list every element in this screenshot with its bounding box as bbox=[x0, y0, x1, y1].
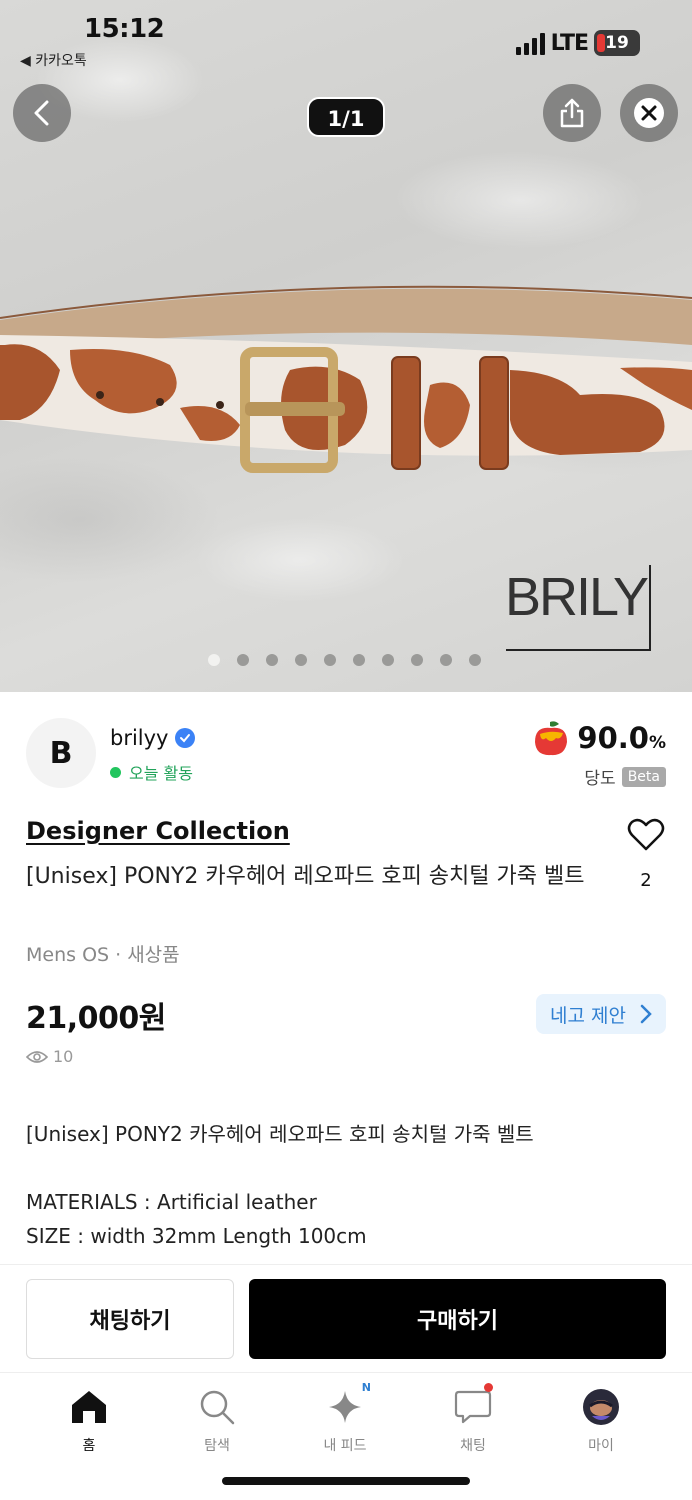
collection-link[interactable]: Designer Collection bbox=[26, 817, 290, 845]
signal-icon bbox=[515, 31, 545, 55]
nav-chat[interactable]: 채팅 bbox=[423, 1383, 523, 1455]
product-meta: Mens OS · 새상품 bbox=[26, 944, 180, 966]
sweetness-label: 당도 bbox=[584, 769, 616, 789]
verified-icon bbox=[174, 728, 195, 748]
nav-search-label: 탐색 bbox=[204, 1438, 230, 1454]
seller-avatar[interactable]: B bbox=[26, 718, 96, 788]
sweetness-value: 90.0 bbox=[577, 721, 649, 755]
chevron-left-icon bbox=[34, 100, 49, 126]
nav-my-label: 마이 bbox=[588, 1438, 614, 1454]
beta-badge: Beta bbox=[621, 766, 666, 787]
activity-status-label: 오늘 활동 bbox=[129, 764, 193, 783]
product-image-gallery[interactable]: BRILY 15:12 ◀ 카카오톡 LTE 19 1/1 bbox=[0, 0, 692, 692]
home-icon bbox=[72, 1391, 106, 1423]
description-line-2: MATERIALS : Artificial leather bbox=[26, 1190, 317, 1214]
nav-chat-label: 채팅 bbox=[460, 1438, 486, 1454]
feed-new-badge: N bbox=[361, 1381, 371, 1394]
status-bar: 15:12 ◀ 카카오톡 LTE 19 bbox=[0, 0, 692, 80]
fruit-icon bbox=[535, 721, 568, 756]
nav-home[interactable]: 홈 bbox=[39, 1387, 139, 1455]
battery-icon: 19 bbox=[594, 30, 640, 56]
seller-section[interactable]: B brilyy 오늘 활동 90.0% 당도 Beta bbox=[26, 718, 666, 798]
nav-feed-label: 내 피드 bbox=[323, 1438, 367, 1454]
gallery-dot[interactable] bbox=[237, 654, 249, 666]
product-description: [Unisex] PONY2 카우헤어 레오파드 호피 송치털 가죽 벨트 MA… bbox=[26, 1117, 666, 1253]
online-dot-icon bbox=[110, 766, 121, 778]
buy-button[interactable]: 구매하기 bbox=[249, 1279, 666, 1359]
nav-home-label: 홈 bbox=[82, 1438, 96, 1454]
sparkle-icon bbox=[329, 1391, 361, 1423]
activity-status: 오늘 활동 bbox=[110, 760, 193, 784]
chat-unread-dot bbox=[484, 1383, 493, 1392]
description-line-1: [Unisex] PONY2 카우헤어 레오파드 호피 송치털 가죽 벨트 bbox=[26, 1122, 534, 1146]
status-indicators: LTE 19 bbox=[515, 30, 640, 56]
product-title: [Unisex] PONY2 카우헤어 레오파드 호피 송치털 가죽 벨트 bbox=[26, 864, 585, 889]
gallery-dot[interactable] bbox=[208, 654, 220, 666]
like-count: 2 bbox=[640, 870, 652, 891]
chat-bubble-icon bbox=[454, 1390, 492, 1424]
gallery-dot[interactable] bbox=[440, 654, 452, 666]
home-indicator bbox=[222, 1477, 470, 1485]
sweetness-rating[interactable]: 90.0% 당도 Beta bbox=[531, 718, 666, 789]
offer-button[interactable]: 네고 제안 bbox=[536, 994, 666, 1034]
nav-feed[interactable]: N 내 피드 bbox=[295, 1381, 395, 1455]
close-icon bbox=[634, 98, 664, 128]
brand-watermark: BRILY bbox=[505, 567, 648, 627]
seller-name-row[interactable]: brilyy bbox=[110, 726, 195, 750]
view-count-row: 10 bbox=[26, 1047, 73, 1066]
eye-icon bbox=[26, 1050, 48, 1063]
gallery-dot[interactable] bbox=[295, 654, 307, 666]
page-indicator: 1/1 bbox=[307, 97, 385, 137]
sweetness-unit: % bbox=[648, 733, 666, 753]
heart-icon bbox=[627, 818, 665, 851]
battery-level: 19 bbox=[605, 33, 629, 53]
like-button[interactable]: 2 bbox=[626, 818, 666, 891]
gallery-dot[interactable] bbox=[266, 654, 278, 666]
view-count: 10 bbox=[53, 1047, 74, 1066]
back-to-app-link[interactable]: ◀ 카카오톡 bbox=[20, 50, 87, 70]
avatar-letter: B bbox=[49, 735, 73, 771]
description-line-3: SIZE : width 32mm Length 100cm bbox=[26, 1224, 367, 1248]
share-icon bbox=[560, 98, 584, 128]
network-label: LTE bbox=[550, 30, 589, 56]
seller-name[interactable]: brilyy bbox=[110, 726, 169, 750]
gallery-dot[interactable] bbox=[324, 654, 336, 666]
chat-button[interactable]: 채팅하기 bbox=[26, 1279, 234, 1359]
back-button[interactable] bbox=[13, 84, 71, 142]
gallery-dot[interactable] bbox=[382, 654, 394, 666]
gallery-dot[interactable] bbox=[469, 654, 481, 666]
chevron-right-icon bbox=[640, 1004, 652, 1024]
offer-label: 네고 제안 bbox=[550, 1004, 626, 1027]
gallery-dots bbox=[208, 654, 481, 666]
profile-avatar-icon bbox=[583, 1389, 619, 1425]
gallery-dot[interactable] bbox=[411, 654, 423, 666]
search-icon bbox=[200, 1390, 235, 1425]
status-time: 15:12 bbox=[84, 14, 165, 44]
gallery-dot[interactable] bbox=[353, 654, 365, 666]
product-price: 21,000원 bbox=[26, 1001, 166, 1036]
nav-my[interactable]: 마이 bbox=[551, 1387, 651, 1455]
close-button[interactable] bbox=[620, 84, 678, 142]
share-button[interactable] bbox=[543, 84, 601, 142]
nav-search[interactable]: 탐색 bbox=[167, 1387, 267, 1455]
action-bar: 채팅하기 구매하기 bbox=[0, 1264, 692, 1372]
